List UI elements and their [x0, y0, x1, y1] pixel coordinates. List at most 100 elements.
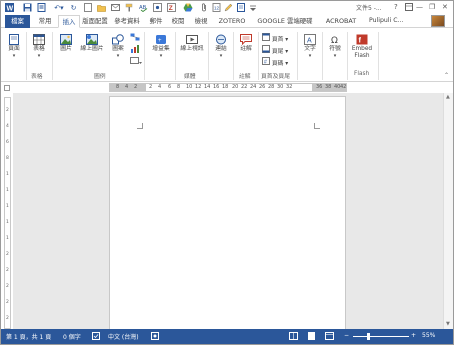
ruler-tick-label: 6 [168, 84, 172, 90]
ribbon-separator [258, 32, 259, 80]
ruler-tick-label: 26 [259, 84, 266, 90]
word-count[interactable]: 0 個字 [63, 332, 81, 341]
zoom-out-icon[interactable]: − [344, 332, 349, 339]
restore-button[interactable]: ❐ [429, 3, 435, 11]
chart-icon[interactable] [130, 45, 140, 56]
ribbon-tabs: 檔案 常用 插入 版面配置 參考資料 郵件 校閱 檢視 ZOTERO GOOGL… [1, 14, 453, 28]
tab-layout[interactable]: 版面配置 [81, 15, 109, 28]
links-button[interactable]: 連結 ▾ [211, 34, 231, 60]
online-video-button[interactable]: 線上視訊 [178, 34, 206, 53]
ruler-tick-label: 4 [125, 84, 129, 90]
comment-button[interactable]: 註解 [236, 34, 256, 53]
page-number-button[interactable]: # 頁碼 ▾ [262, 57, 288, 68]
symbols-button[interactable]: Ω 符號 ▾ [325, 34, 345, 60]
attachment-icon[interactable] [198, 3, 210, 12]
email-icon[interactable] [111, 3, 120, 12]
tab-mailings[interactable]: 郵件 [146, 15, 166, 28]
scroll-up-icon[interactable]: ▲ [446, 94, 450, 100]
vertical-scrollbar[interactable]: ▲ ▼ [443, 93, 453, 329]
minimize-button[interactable]: — [416, 3, 423, 11]
help-button[interactable]: ? [394, 3, 398, 11]
ruler-tick-label: 1 [6, 204, 9, 209]
word-app-icon[interactable]: W [5, 3, 14, 12]
zoom-slider[interactable] [353, 336, 409, 337]
print-layout-icon[interactable] [307, 332, 316, 342]
tab-home[interactable]: 常用 [34, 15, 56, 28]
ruler-tick-label: 38 [325, 84, 332, 90]
avatar[interactable] [431, 15, 445, 27]
close-button[interactable]: ✕ [442, 3, 448, 11]
page-button[interactable]: 頁面 ▾ [4, 34, 24, 60]
ribbon-display-icon[interactable] [405, 3, 413, 13]
tab-view[interactable]: 檢視 [190, 15, 212, 28]
ruler-tick-label: 12 [195, 84, 202, 90]
tab-acrobat[interactable]: ACROBAT [319, 15, 363, 28]
ruler-tick-label: 24 [250, 84, 257, 90]
shapes-button[interactable]: 圖案 ▾ [108, 34, 128, 60]
table-button[interactable]: 表格 ▾ [29, 34, 49, 60]
addins-label: 增益集 [152, 46, 170, 52]
scroll-down-icon[interactable]: ▼ [446, 321, 450, 327]
picture-button[interactable]: 圖片 [56, 34, 76, 53]
ruler-tick-label: 14 [204, 84, 211, 90]
zoom-level[interactable]: 55% [422, 332, 435, 339]
language[interactable]: 中文 (台灣) [108, 332, 139, 341]
document-area [13, 93, 453, 329]
embed-flash-label-2: Flash [354, 53, 370, 59]
proofing-icon[interactable] [92, 332, 100, 342]
macro-icon[interactable] [151, 332, 159, 342]
tab-insert[interactable]: 插入 [58, 15, 80, 28]
screenshot-icon[interactable] [130, 57, 142, 68]
zotero-icon[interactable]: Z [167, 3, 176, 12]
tab-references[interactable]: 參考資料 [110, 15, 144, 28]
vertical-ruler[interactable]: 2 4 6 8 1 1 1 1 1 2 2 2 2 2 [4, 97, 11, 329]
picture-label: 圖片 [60, 46, 72, 52]
online-picture-button[interactable]: 線上圖片 [78, 34, 106, 53]
svg-text:Z: Z [169, 5, 173, 12]
omega-icon: Ω [331, 36, 338, 45]
word-count-icon[interactable]: 12 [212, 3, 221, 12]
page-count[interactable]: 第 1 頁，共 1 頁 [6, 332, 51, 341]
spelling-icon[interactable]: AB [139, 3, 148, 12]
read-mode-icon[interactable] [289, 332, 298, 342]
save-to-drive-icon[interactable] [183, 3, 193, 12]
tab-file[interactable]: 檔案 [5, 15, 30, 28]
online-video-label: 線上視訊 [180, 46, 204, 52]
zoom-in-icon[interactable]: + [411, 332, 416, 339]
smartart-icon[interactable] [130, 33, 140, 44]
ribbon-separator [233, 32, 234, 80]
addins-button[interactable]: + 增益集 ▾ [149, 34, 173, 60]
ruler-tick-label: 2 [6, 284, 9, 289]
open-icon[interactable] [97, 3, 106, 12]
online-picture-icon [86, 34, 98, 45]
web-layout-icon[interactable] [325, 332, 334, 342]
document-page[interactable] [109, 96, 346, 329]
user-account[interactable]: Pulipuli C... [369, 15, 403, 27]
print-preview-icon[interactable] [37, 3, 46, 12]
embed-flash-button[interactable]: f Embed Flash [350, 34, 374, 60]
horizontal-ruler[interactable]: 8 4 2 2 4 6 8 10 12 14 16 18 20 22 24 26 28 30 32 36 38 40 42 [109, 83, 347, 92]
header-button[interactable]: 頁首 ▾ [262, 33, 288, 44]
tab-zotero[interactable]: ZOTERO [214, 15, 250, 28]
save-icon[interactable] [23, 3, 32, 12]
ruler-tick-label: 2 [6, 252, 9, 257]
collapse-ribbon-icon[interactable]: ⌃ [444, 72, 449, 79]
tab-google-drive[interactable]: GOOGLE 雲端硬碟 [253, 15, 317, 28]
touch-mode-icon[interactable] [153, 3, 162, 12]
new-document-icon[interactable] [83, 3, 92, 12]
tab-selector[interactable] [4, 85, 10, 91]
tab-review[interactable]: 校閱 [168, 15, 188, 28]
window-title: 文件5 -... [356, 5, 382, 12]
customize-qat-icon[interactable] [247, 3, 259, 12]
ruler-tick-label: 32 [286, 84, 293, 90]
undo-icon[interactable]: ↶▾ [53, 3, 65, 12]
zoom-slider-thumb[interactable] [367, 333, 370, 340]
format-painter-icon[interactable] [125, 3, 134, 12]
footer-button[interactable]: 頁尾 ▾ [262, 45, 288, 56]
text-button[interactable]: A 文字 ▾ [300, 34, 320, 60]
footer-label: 頁尾 [271, 49, 284, 55]
redo-icon[interactable]: ↻ [69, 3, 78, 12]
ruler-tick-label: 2 [6, 300, 9, 305]
edit-icon[interactable] [224, 3, 233, 12]
document-icon[interactable] [236, 3, 245, 12]
